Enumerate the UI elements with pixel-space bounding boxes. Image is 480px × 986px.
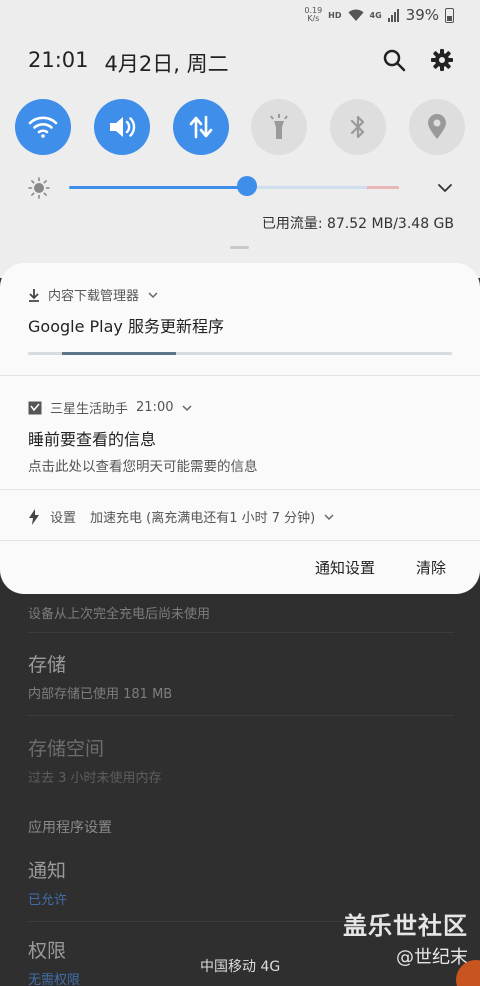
lightning-icon (29, 508, 39, 525)
watermark: 盖乐世社区 @世纪末 (343, 906, 468, 969)
brightness-fill (69, 186, 248, 189)
divider (28, 632, 454, 633)
watermark-title: 盖乐世社区 (343, 912, 468, 940)
battery-usage-item: 设备从上次完全充电后尚未使用 (28, 597, 210, 622)
status-bar: 0.19 K/s HD 4G 39% (304, 4, 454, 26)
watermark-handle: @世纪末 (396, 947, 468, 968)
quick-tiles (15, 99, 465, 155)
divider (0, 540, 480, 541)
brightness-row (28, 175, 454, 199)
chevron-down-icon[interactable] (323, 511, 335, 523)
chevron-down-icon[interactable] (147, 289, 159, 301)
location-icon (427, 114, 446, 139)
clock: 21:01 (28, 48, 89, 72)
storage-item[interactable]: 存储 内部存储已使用 181 MB (28, 650, 172, 702)
notification-card: 内容下载管理器 Google Play 服务更新程序 三星生活助手 21:00 … (0, 263, 480, 594)
permissions-sub: 无需权限 (28, 973, 81, 986)
samsung-title[interactable]: 睡前要查看的信息 (28, 426, 156, 450)
storage-title: 存储 (28, 654, 67, 676)
section-header: 应用程序设置 (28, 820, 112, 836)
signal-icon (387, 9, 399, 22)
hd-indicator: HD (328, 10, 342, 20)
tile-wifi[interactable] (15, 99, 71, 155)
network-speed: 0.19 K/s (304, 7, 322, 23)
download-title[interactable]: Google Play 服务更新程序 (28, 313, 224, 337)
time-date: 21:01 4月2日, 周二 (28, 48, 229, 78)
header-actions (382, 48, 454, 72)
brightness-icon (28, 177, 50, 199)
battery-percent: 39% (405, 6, 439, 24)
wifi-icon (28, 116, 58, 138)
samsung-app-name: 三星生活助手 (50, 402, 129, 417)
brightness-thumb[interactable] (237, 176, 258, 196)
app-settings-section: 应用程序设置 (28, 811, 112, 837)
samsung-body[interactable]: 点击此处以查看您明天可能需要的信息 (28, 455, 258, 475)
download-header[interactable]: 内容下载管理器 (28, 285, 159, 304)
tile-bluetooth[interactable] (330, 99, 387, 155)
download-progress-fill (61, 352, 177, 355)
settings-notification[interactable]: 设置 加速充电 (离充满电还有1 小时 7 分钟) (28, 507, 335, 526)
tile-flashlight[interactable] (251, 99, 308, 155)
carrier-label: 中国移动 4G (200, 959, 281, 975)
clear-button[interactable]: 清除 (416, 557, 446, 578)
notifications-sub: 已允许 (28, 893, 68, 908)
download-icon (29, 288, 39, 302)
tile-sound[interactable] (93, 99, 150, 155)
divider (0, 489, 480, 490)
memory-sub: 过去 3 小时未使用内存 (28, 771, 162, 786)
data-transfer-icon (189, 115, 212, 139)
brightness-high-zone (367, 186, 399, 189)
notifications-item[interactable]: 通知 已允许 (28, 856, 67, 908)
notifications-title: 通知 (28, 860, 67, 882)
search-icon[interactable] (382, 48, 406, 72)
permissions-title: 权限 (28, 940, 67, 962)
chevron-down-icon[interactable] (181, 402, 193, 414)
charging-text: 加速充电 (离充满电还有1 小时 7 分钟) (90, 511, 316, 526)
chevron-down-icon[interactable] (436, 179, 454, 197)
tile-mobile-data[interactable] (172, 99, 229, 155)
notification-settings-button[interactable]: 通知设置 (315, 557, 375, 578)
download-app-name: 内容下载管理器 (48, 289, 140, 304)
samsung-header[interactable]: 三星生活助手 21:00 (28, 398, 193, 417)
volume-icon (109, 117, 135, 137)
speed-unit: K/s (307, 14, 320, 23)
brightness-slider[interactable] (69, 186, 399, 189)
download-progress-bar (28, 352, 452, 355)
permissions-item[interactable]: 权限 无需权限 (28, 936, 80, 986)
quick-panel: 0.19 K/s HD 4G 39% 21:01 4月2日, 周二 已用流量: … (0, 0, 480, 278)
tile-location[interactable] (408, 99, 465, 155)
battery-icon (445, 7, 454, 23)
network-type: 4G (369, 10, 382, 20)
battery-usage-sub: 设备从上次完全充电后尚未使用 (28, 607, 211, 622)
storage-sub: 内部存储已使用 181 MB (28, 687, 173, 702)
bluetooth-icon (351, 115, 365, 139)
memory-item[interactable]: 存储空间 过去 3 小时未使用内存 (28, 734, 162, 786)
divider (28, 715, 454, 716)
divider (0, 375, 480, 376)
gear-icon[interactable] (430, 48, 454, 72)
flashlight-icon (270, 114, 289, 139)
calendar-icon (28, 401, 42, 414)
data-usage-label: 已用流量: 87.52 MB/3.48 GB (261, 216, 454, 232)
wifi-status-icon (348, 9, 364, 21)
date[interactable]: 4月2日, 周二 (105, 48, 229, 78)
settings-app-name: 设置 (50, 511, 77, 526)
drag-handle[interactable] (230, 246, 249, 249)
samsung-time: 21:00 (136, 400, 174, 415)
memory-title: 存储空间 (28, 738, 105, 760)
